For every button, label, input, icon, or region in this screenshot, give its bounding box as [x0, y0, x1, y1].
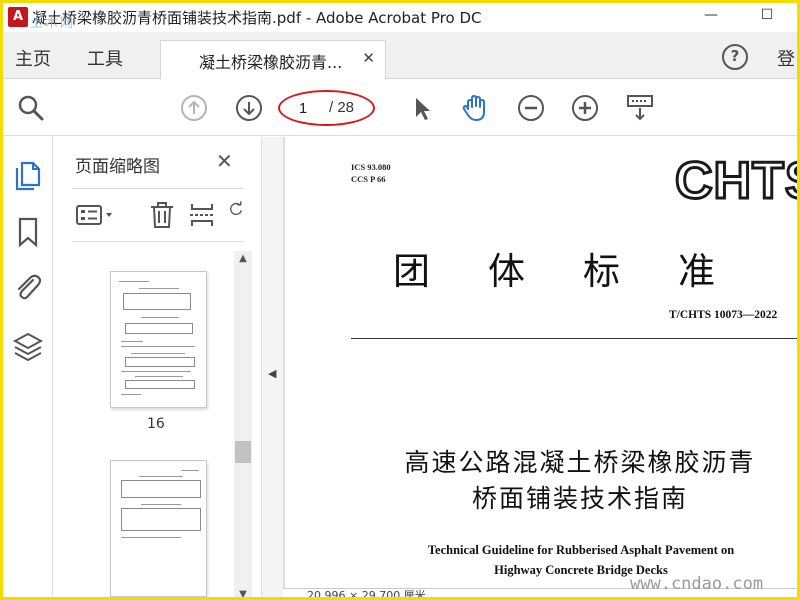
site-watermark: www.cndao.com [630, 574, 764, 594]
rotate-icon[interactable] [227, 200, 245, 230]
title-bar: A 凝土桥梁橡胶沥青桥面铺装技术指南.pdf - Adobe Acrobat P… [3, 3, 797, 32]
scroll-up-icon[interactable]: ▲ [234, 253, 252, 264]
doc-logo: CHTS [674, 151, 797, 212]
screenshot-frame: A 凝土桥梁橡胶沥青桥面铺装技术指南.pdf - Adobe Acrobat P… [0, 0, 800, 600]
page-down-icon[interactable] [234, 93, 264, 123]
minimize-button[interactable]: — [699, 5, 723, 25]
zoom-out-icon[interactable] [516, 93, 546, 123]
maximize-button[interactable]: ☐ [755, 5, 779, 25]
menu-home[interactable]: 主页 [15, 45, 51, 71]
panel-close-icon[interactable]: ✕ [216, 149, 233, 173]
page-up-icon[interactable] [179, 93, 209, 123]
window-title: 凝土桥梁橡胶沥青桥面铺装技术指南.pdf - Adobe Acrobat Pro… [32, 9, 482, 27]
panel-splitter[interactable]: ◀ [261, 137, 283, 597]
doc-code: T/CHTS 10073—2022 [669, 309, 778, 321]
doc-standard-type: 团体标准 [393, 250, 773, 293]
thumbnails-panel: 页面缩略图 ✕ 16 ▲ ▼ [54, 137, 260, 597]
highlight-ellipse [278, 90, 375, 126]
scroll-down-icon[interactable]: ▼ [234, 589, 252, 597]
close-tab-icon[interactable]: ✕ [362, 49, 375, 67]
bookmark-icon[interactable] [11, 215, 45, 249]
doc-ics: ICS 93.080 [351, 162, 391, 172]
menu-bar: 主页 工具 凝土桥梁橡胶沥青... ✕ ? 登 [3, 32, 797, 79]
menu-tools[interactable]: 工具 [87, 45, 123, 71]
document-tab[interactable]: 凝土桥梁橡胶沥青... ✕ [160, 40, 386, 79]
insert-page-icon[interactable] [187, 200, 217, 230]
acrobat-icon: A [8, 7, 28, 27]
thumbnail-page-label: 16 [147, 416, 165, 432]
document-area: ICS 93.080 CCS P 66 CHTS 团体标准 T/CHTS 100… [283, 137, 797, 597]
keyboard-icon[interactable] [625, 93, 655, 123]
toolbar: / 28 [3, 80, 797, 136]
delete-icon[interactable] [147, 200, 177, 230]
scrollbar-thumb[interactable] [235, 441, 251, 463]
panel-scrollbar[interactable]: ▲ ▼ [234, 251, 252, 597]
thumbnail-options-icon[interactable] [75, 200, 117, 230]
attachment-icon[interactable] [11, 271, 45, 305]
doc-title-cn-line1: 高速公路混凝土桥梁橡胶沥青 [404, 448, 756, 477]
doc-divider [351, 338, 797, 339]
page-thumbnails-icon[interactable] [11, 157, 45, 191]
collapse-panel-icon[interactable]: ◀ [268, 367, 276, 380]
doc-title-cn-line2: 桥面铺装技术指南 [471, 484, 688, 513]
document-tab-label: 凝土桥梁橡胶沥青... [199, 53, 343, 72]
panel-toolbar [72, 188, 244, 242]
select-arrow-icon[interactable] [407, 93, 437, 123]
help-icon[interactable]: ? [722, 44, 748, 70]
thumbnail-page-16[interactable] [110, 271, 207, 408]
doc-title-en-line1: Technical Guideline for Rubberised Aspha… [427, 543, 735, 557]
left-rail [3, 137, 53, 597]
doc-classification: ICS 93.080 CCS P 66 [351, 161, 391, 185]
doc-ccs: CCS P 66 [351, 174, 386, 184]
pdf-page: ICS 93.080 CCS P 66 CHTS 团体标准 T/CHTS 100… [285, 137, 797, 597]
search-icon[interactable] [16, 93, 46, 123]
hand-icon[interactable] [460, 93, 490, 123]
doc-title-cn: 高速公路混凝土桥梁橡胶沥青 桥面铺装技术指南 [389, 445, 771, 517]
thumbnail-page-17[interactable] [110, 460, 207, 597]
panel-title: 页面缩略图 [75, 157, 160, 177]
zoom-in-icon[interactable] [570, 93, 600, 123]
title-watermark: 土木网 [30, 16, 76, 31]
login-link[interactable]: 登 [777, 45, 795, 71]
layers-icon[interactable] [11, 330, 45, 364]
